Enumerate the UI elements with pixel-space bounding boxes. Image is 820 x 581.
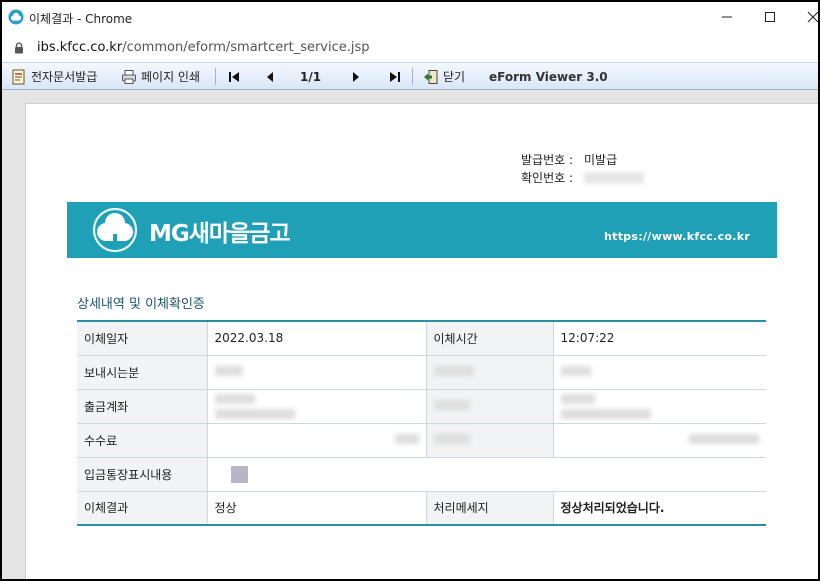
issue-document-label: 전자문서발급 [31, 70, 98, 84]
next-page-button[interactable] [350, 63, 362, 90]
close-window-button[interactable] [798, 6, 818, 28]
deposit-memo-value [207, 457, 766, 492]
transfer-time-label: 이체시간 [426, 320, 554, 356]
mg-banner: MG새마을금고 https://www.kfcc.co.kr [67, 202, 777, 258]
printer-icon [122, 69, 136, 84]
maximize-button[interactable] [755, 6, 785, 28]
sender-value-redacted [207, 355, 427, 390]
transfer-date-label: 이체일자 [77, 320, 208, 356]
close-viewer-button[interactable]: 닫기 [423, 63, 465, 90]
message-label: 처리메세지 [426, 491, 554, 526]
browser-window: 이체결과 - Chrome ibs.kfcc.co.kr/common/efor… [2, 2, 818, 579]
document-viewport[interactable]: 발급번호 : 미발급 확인번호 : MG새마을금고 https://www.kf… [2, 90, 818, 579]
issue-number-label: 발급번호 : [521, 153, 574, 167]
last-page-button[interactable] [389, 63, 401, 90]
redacted-confirm-number [584, 172, 644, 184]
toolbar-separator [412, 68, 413, 85]
previous-page-icon [267, 71, 273, 82]
brand-url: https://www.kfcc.co.kr [604, 230, 751, 243]
table-row: 출금계좌 [77, 389, 766, 424]
url-text[interactable]: ibs.kfcc.co.kr/common/eform/smartcert_se… [37, 40, 370, 55]
table-row: 입금통장표시내용 [77, 457, 766, 492]
table-row: 수수료 [77, 423, 766, 458]
receiver-value-redacted [553, 355, 766, 390]
fee-label: 수수료 [77, 423, 208, 458]
url-host: ibs.kfcc.co.kr [37, 40, 123, 55]
message-value: 정상처리되었습니다. [553, 491, 766, 526]
minimize-button[interactable] [712, 6, 742, 28]
document-issue-icon [12, 69, 25, 84]
deposit-memo-label: 입금통장표시내용 [77, 457, 208, 492]
brand-name: MG새마을금고 [149, 221, 291, 247]
amount-label-redacted [426, 423, 554, 458]
close-icon [807, 11, 818, 23]
memo-swatch [230, 465, 248, 483]
viewer-version: eForm Viewer 3.0 [489, 69, 608, 84]
transfer-detail-table: 이체일자 2022.03.18 이체시간 12:07:22 보내시는분 출금계좌 [77, 320, 766, 526]
window-title: 이체결과 - Chrome [29, 12, 133, 26]
amount-value-redacted [553, 423, 766, 458]
first-page-button[interactable] [228, 63, 240, 90]
lock-icon [15, 42, 23, 54]
url-path: /common/eform/smartcert_service.jsp [122, 40, 370, 55]
issue-info: 발급번호 : 미발급 확인번호 : [521, 151, 644, 187]
address-bar[interactable]: ibs.kfcc.co.kr/common/eform/smartcert_se… [2, 33, 818, 62]
minimize-icon [722, 16, 732, 18]
title-bar: 이체결과 - Chrome [2, 2, 818, 33]
close-viewer-label: 닫기 [443, 70, 466, 84]
page-indicator: 1/1 [300, 69, 322, 84]
app-cloud-icon [8, 9, 24, 25]
table-row: 이체결과 정상 처리메세지 정상처리되었습니다. [77, 491, 766, 526]
mg-cloud-logo-icon [92, 208, 138, 252]
document-page: 발급번호 : 미발급 확인번호 : MG새마을금고 https://www.kf… [25, 103, 818, 579]
next-page-icon [353, 71, 359, 82]
toolbar-separator [215, 68, 216, 85]
table-row: 보내시는분 [77, 355, 766, 390]
transfer-date-value: 2022.03.18 [207, 320, 427, 356]
previous-page-button[interactable] [264, 63, 276, 90]
print-page-button[interactable]: 페이지 인쇄 [121, 63, 200, 90]
maximize-icon [765, 12, 775, 22]
issue-number-row: 발급번호 : 미발급 [521, 151, 644, 169]
table-row: 이체일자 2022.03.18 이체시간 12:07:22 [77, 320, 766, 356]
confirm-number-row: 확인번호 : [521, 169, 644, 187]
fee-value-redacted [207, 423, 427, 458]
eform-toolbar: 전자문서발급 페이지 인쇄 1/1 닫기 eForm Viewer 3.0 [2, 62, 818, 90]
sender-label: 보내시는분 [77, 355, 208, 390]
withdraw-account-redacted [207, 389, 427, 424]
last-page-icon [390, 71, 400, 82]
result-value: 정상 [207, 491, 427, 526]
withdraw-account-label: 출금계좌 [77, 389, 208, 424]
receiver-label-redacted [426, 355, 554, 390]
first-page-icon [229, 71, 239, 82]
section-title: 상세내역 및 이체확인증 [77, 297, 205, 312]
transfer-time-value: 12:07:22 [553, 320, 766, 356]
print-page-label: 페이지 인쇄 [141, 70, 201, 84]
confirm-number-label: 확인번호 : [521, 171, 574, 185]
deposit-account-label-redacted [426, 389, 554, 424]
exit-door-icon [424, 69, 438, 84]
deposit-account-redacted [553, 389, 766, 424]
issue-document-button[interactable]: 전자문서발급 [11, 63, 97, 90]
result-label: 이체결과 [77, 491, 208, 526]
issue-number-value: 미발급 [584, 153, 618, 167]
